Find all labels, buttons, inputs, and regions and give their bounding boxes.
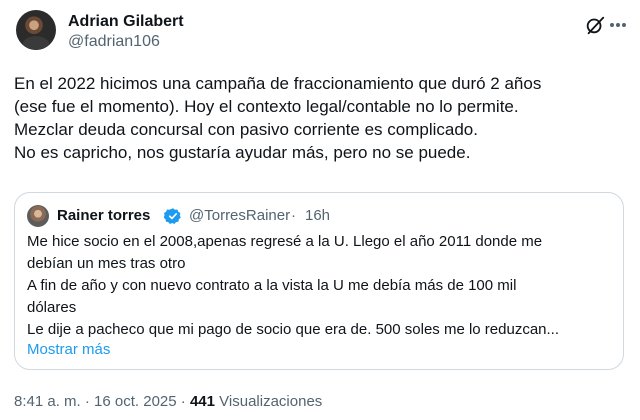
author-info: Adrian Gilabert @fadrian106 xyxy=(68,12,184,52)
quoted-timestamp[interactable]: 16h xyxy=(305,206,330,226)
tweet-metadata: 8:41 a. m. · 16 oct. 2025 · 441 Visualiz… xyxy=(14,392,322,412)
quoted-text: Me hice socio en el 2008,apenas regresé … xyxy=(27,233,560,338)
views-label[interactable]: Visualizaciones xyxy=(219,393,322,410)
show-more-link[interactable]: Mostrar más xyxy=(27,339,110,361)
more-options-icon[interactable] xyxy=(608,14,628,36)
author-name[interactable]: Adrian Gilabert xyxy=(68,12,184,32)
quoted-author-avatar[interactable] xyxy=(27,205,49,227)
tweet-text: En el 2022 hicimos una campaña de fracci… xyxy=(14,74,542,162)
quoted-author-handle[interactable]: @TorresRainer xyxy=(189,206,290,226)
views-count[interactable]: 441 xyxy=(190,393,215,410)
author-handle[interactable]: @fadrian106 xyxy=(68,32,184,52)
meta-separator: · xyxy=(180,393,186,410)
verified-badge-icon xyxy=(164,208,181,225)
quoted-author-name[interactable]: Rainer torres xyxy=(57,206,150,226)
quoted-tweet[interactable]: Rainer torres @TorresRainer · 16h Me hic… xyxy=(14,192,624,370)
grok-icon[interactable] xyxy=(584,14,606,36)
tweet-time[interactable]: 8:41 a. m. xyxy=(14,393,81,410)
tweet-date[interactable]: 16 oct. 2025 xyxy=(94,393,177,410)
quoted-separator: · xyxy=(291,207,296,224)
meta-separator: · xyxy=(84,393,90,410)
author-avatar[interactable] xyxy=(16,10,56,50)
